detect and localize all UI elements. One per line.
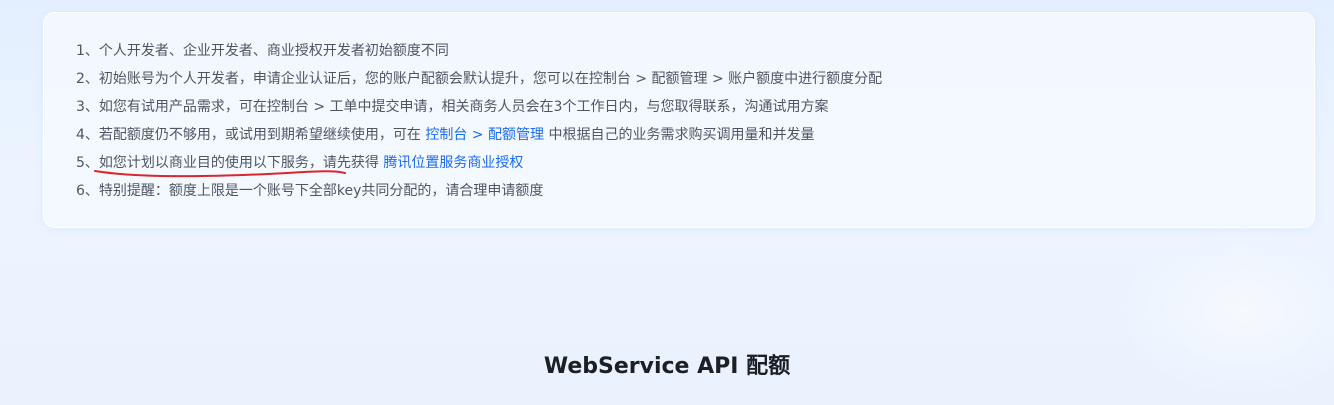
notice-item-4: 4、若配额度仍不够用，或试用到期希望继续使用，可在 控制台 > 配额管理 中根据…	[76, 123, 882, 151]
commercial-use-highlight: 如您计划以商业目的使用以下服务	[93, 151, 346, 178]
notice-item-4-suffix: 中根据自己的业务需求购买调用量和并发量	[544, 127, 815, 143]
commercial-use-text: 如您计划以商业目的使用以下服务	[98, 155, 309, 171]
notice-item-5-middle: ，请先获得	[308, 155, 384, 171]
quota-management-link[interactable]: 配额管理	[488, 127, 544, 143]
notice-item-2: 2、初始账号为个人开发者，申请企业认证后，您的账户配额会默认提升，您可以在控制台…	[76, 71, 883, 87]
breadcrumb-separator: >	[467, 127, 488, 143]
notice-item-4-text: 4、若配额度仍不够用，或试用到期希望继续使用，可在	[76, 127, 426, 143]
notice-item-3: 3、如您有试用产品需求，可在控制台 > 工单中提交申请，相关商务人员会在3个工作…	[76, 99, 829, 115]
notice-item-6: 6、特别提醒：额度上限是一个账号下全部key共同分配的，请合理申请额度	[76, 183, 544, 199]
notice-item-5: 5、如您计划以商业目的使用以下服务 ，请先获得 腾讯位置服务商业授权	[76, 151, 882, 179]
notice-item-5-number: 5、	[76, 155, 99, 171]
commercial-license-link[interactable]: 腾讯位置服务商业授权	[383, 155, 523, 171]
notice-list: 1、个人开发者、企业开发者、商业授权开发者初始额度不同 2、初始账号为个人开发者…	[76, 39, 882, 207]
notice-item-1: 1、个人开发者、企业开发者、商业授权开发者初始额度不同	[76, 43, 449, 59]
section-title: WebService API 配额	[543, 354, 791, 379]
console-link[interactable]: 控制台	[425, 127, 467, 143]
notice-card: 1、个人开发者、企业开发者、商业授权开发者初始额度不同 2、初始账号为个人开发者…	[43, 12, 1315, 228]
